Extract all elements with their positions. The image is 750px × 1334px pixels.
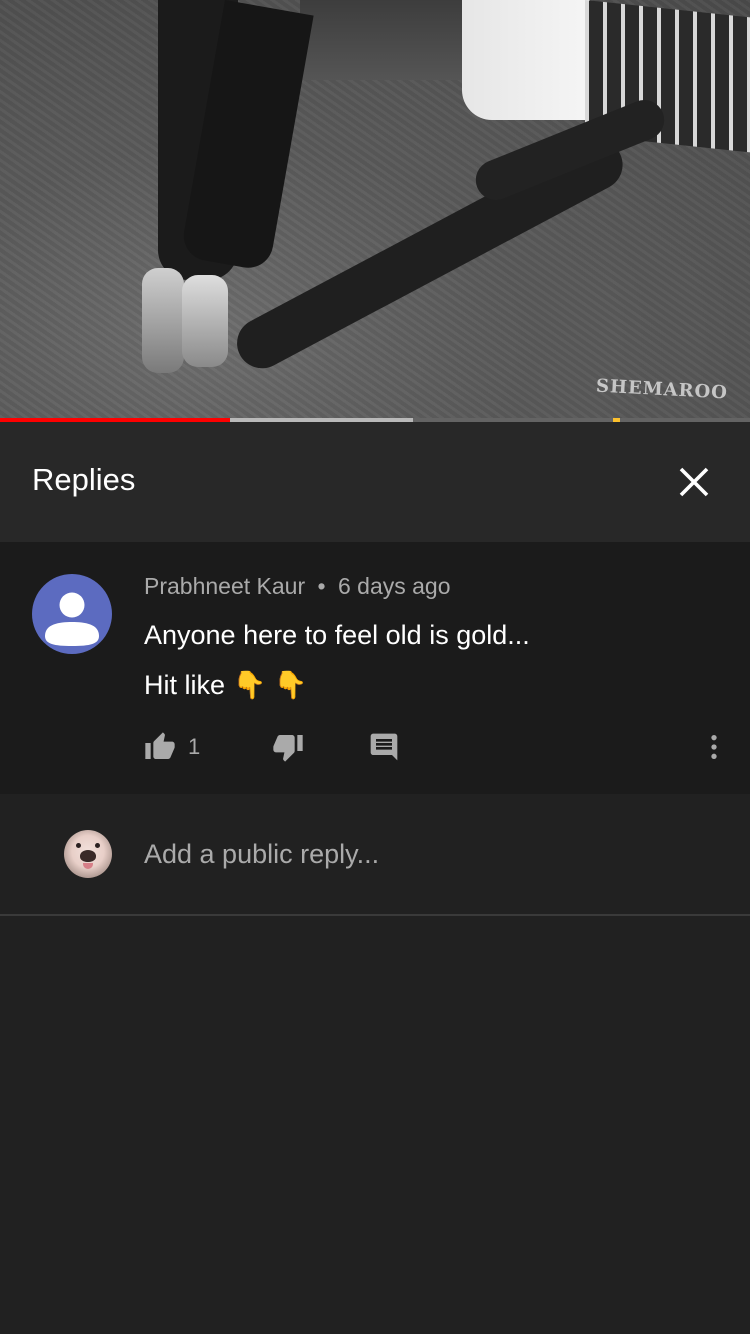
- avatar-mouth: [83, 863, 93, 869]
- thumbs-down-icon: [273, 735, 303, 762]
- replies-header: Replies: [0, 422, 750, 542]
- comment-actions: 1: [0, 722, 750, 772]
- dislike-button[interactable]: [272, 722, 304, 772]
- parent-comment: Prabhneet Kaur • 6 days ago Anyone here …: [0, 542, 750, 794]
- video-player[interactable]: SHEMAROO: [0, 0, 750, 418]
- close-button[interactable]: [666, 454, 722, 510]
- video-shoe-right: [182, 275, 228, 367]
- video-shoe-left: [142, 268, 184, 373]
- comment-author[interactable]: Prabhneet Kaur: [144, 573, 305, 599]
- thumbs-up-icon: [145, 732, 175, 759]
- comment-line-1: Anyone here to feel old is gold...: [144, 620, 530, 650]
- avatar-eye: [76, 843, 81, 848]
- replies-title: Replies: [32, 462, 136, 497]
- avatar-nose: [80, 850, 96, 862]
- close-icon: [679, 467, 709, 497]
- comment-text: Anyone here to feel old is gold... Hit l…: [144, 610, 530, 710]
- like-button[interactable]: 1: [144, 722, 200, 772]
- meta-separator: •: [317, 573, 326, 599]
- default-user-icon: [45, 592, 99, 646]
- more-vert-icon: [711, 735, 717, 759]
- avatar-eye: [95, 843, 100, 848]
- add-reply-bar: [0, 794, 750, 916]
- video-figure-legs: [150, 0, 320, 285]
- more-options-button[interactable]: [698, 722, 730, 772]
- reply-button[interactable]: [368, 722, 400, 772]
- comment-meta: Prabhneet Kaur • 6 days ago: [144, 573, 451, 600]
- reply-icon: [370, 733, 398, 761]
- like-count: 1: [188, 734, 201, 759]
- video-pillar: [462, 0, 590, 120]
- reply-input[interactable]: [144, 834, 704, 874]
- comment-line-2: Hit like 👇 👇: [144, 670, 308, 700]
- avatar[interactable]: [32, 574, 112, 654]
- comment-time: 6 days ago: [337, 573, 451, 599]
- video-wall: [300, 0, 480, 80]
- my-avatar[interactable]: [64, 830, 112, 878]
